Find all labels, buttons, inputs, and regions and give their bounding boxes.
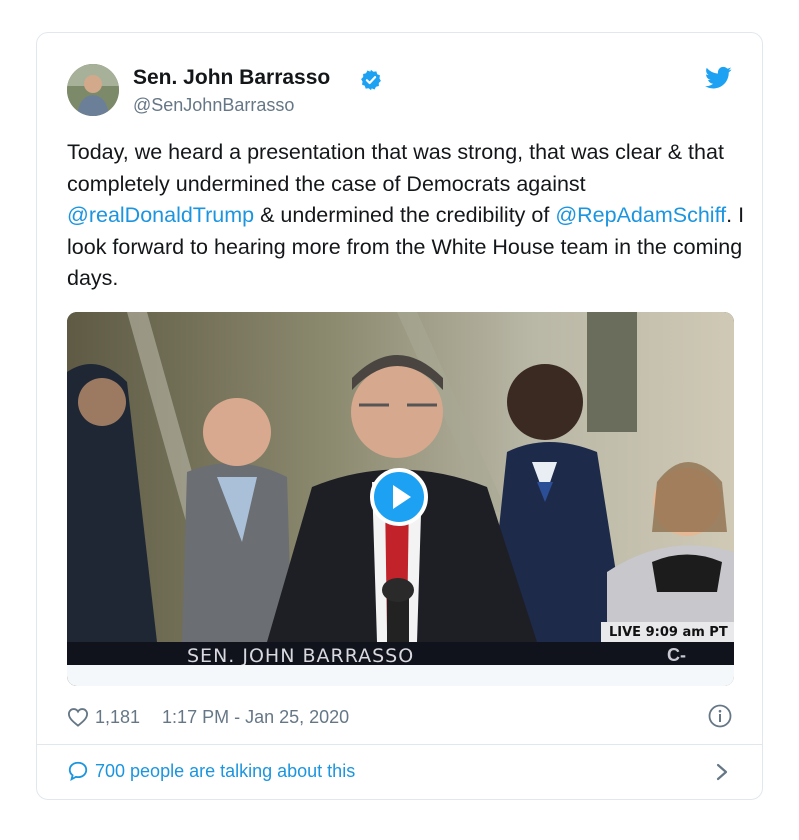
- mention-link[interactable]: @realDonaldTrump: [67, 203, 254, 227]
- heart-icon[interactable]: [67, 707, 89, 727]
- mention-link[interactable]: @RepAdamSchiff: [555, 203, 726, 227]
- tweet-text: Today, we heard a presentation that was …: [67, 137, 747, 295]
- conversation-link[interactable]: 700 people are talking about this: [67, 760, 355, 782]
- lower-third-name: SEN. JOHN BARRASSO: [187, 645, 415, 667]
- chevron-right-icon[interactable]: [715, 763, 729, 781]
- play-icon[interactable]: [370, 468, 428, 526]
- tweet-meta: 1,181 1:17 PM - Jan 25, 2020: [67, 703, 349, 731]
- tweet-text-part: Today, we heard a presentation that was …: [67, 140, 724, 196]
- live-badge: LIVE 9:09 am PT: [601, 622, 734, 642]
- info-icon[interactable]: [708, 704, 732, 728]
- verified-icon: [361, 69, 381, 91]
- divider: [37, 744, 762, 745]
- twitter-bird-icon[interactable]: [705, 66, 732, 90]
- lower-third-banner: SEN. JOHN BARRASSO C-SPAN2: [67, 642, 734, 686]
- conversation-text[interactable]: 700 people are talking about this: [95, 761, 355, 782]
- avatar[interactable]: [67, 64, 119, 116]
- display-name[interactable]: Sen. John Barrasso: [133, 66, 330, 90]
- handle[interactable]: @SenJohnBarrasso: [133, 95, 294, 116]
- tweet-text-part: & undermined the credibility of: [254, 203, 556, 227]
- like-count[interactable]: 1,181: [95, 707, 140, 728]
- speech-bubble-icon: [68, 761, 88, 782]
- tweet-card: Sen. John Barrasso @SenJohnBarrasso Toda…: [36, 32, 763, 800]
- timestamp[interactable]: 1:17 PM - Jan 25, 2020: [162, 707, 349, 728]
- media-footer: [67, 665, 734, 686]
